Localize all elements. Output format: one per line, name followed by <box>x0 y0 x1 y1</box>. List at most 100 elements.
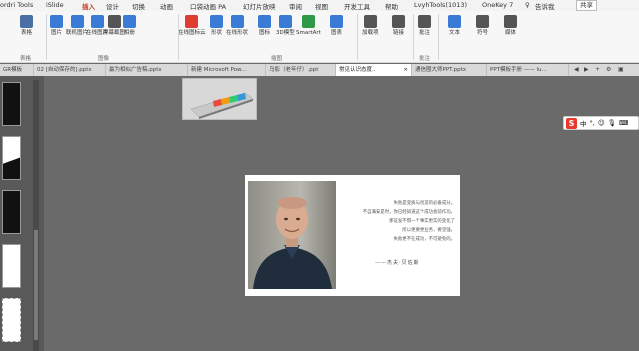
doc-tab-label: 新建 Microsoft Pow... <box>191 67 247 73</box>
tab-design[interactable]: 设计 <box>106 1 119 11</box>
ribbon-button-icon-cloud[interactable]: 在线图标云 <box>178 15 206 36</box>
ribbon-button-label: 3D模型 <box>276 30 295 36</box>
ime-language-label[interactable]: 中 <box>580 118 587 128</box>
tab-scroll-right-icon[interactable]: ▶ <box>584 64 589 76</box>
tab-view[interactable]: 视图 <box>315 1 328 11</box>
doc-tab[interactable]: 02 [自动保存的].pptx <box>34 64 106 76</box>
ribbon-button-label: 链接 <box>392 30 404 36</box>
icon-cloud-icon <box>185 15 199 28</box>
tab-transitions[interactable]: 切换 <box>132 1 145 11</box>
doc-tab[interactable]: PPT模板手册 —— lu... <box>487 64 569 76</box>
smartart-icon <box>301 15 315 28</box>
ribbon-button-icons[interactable]: 图标 <box>258 15 271 36</box>
media-icon <box>504 15 517 28</box>
share-button[interactable]: 共享 <box>576 0 597 11</box>
doc-tab[interactable]: 通信圈大师PPT.pptx <box>412 64 487 76</box>
tab-help[interactable]: 帮助 <box>385 1 398 11</box>
portrait-photo[interactable] <box>248 181 336 289</box>
tab-review[interactable]: 审阅 <box>289 1 302 11</box>
doc-tab-label: 通信圈大师PPT.pptx <box>415 67 466 73</box>
ribbon-button-label: 批注 <box>418 30 430 36</box>
ribbon-button-label: 媒体 <box>504 30 516 36</box>
quote-line: 不自满安是时，你已经知道这个成功会前作功。 <box>362 210 455 215</box>
icons-icon <box>258 15 271 28</box>
ribbon-button-screenshot[interactable]: 屏幕截图 <box>103 15 125 36</box>
quote-line: 所以更要更业务，要坚强。 <box>402 228 455 233</box>
ime-toolbar[interactable]: S 中 °, ☺ 🎙 ⌨ <box>563 116 639 130</box>
sogou-logo-icon: S <box>566 117 577 129</box>
emoji-icon[interactable]: ☺ <box>598 119 605 127</box>
ribbon-button-label: 图标 <box>258 30 270 36</box>
ribbon-button-3d-model[interactable]: 3D模型 <box>276 15 295 36</box>
tab-developer[interactable]: 开发工具 <box>344 1 370 11</box>
slide-canvas[interactable]: 失败是变质与创造的必备成分。 不自满安是时，你已经知道这个成功会前作功。 那证发… <box>245 175 460 296</box>
ribbon-button-chart[interactable]: 图表 <box>330 15 343 36</box>
addins-icon <box>363 15 377 28</box>
tab-pocket-animation[interactable]: 口袋动画 PA <box>190 1 226 11</box>
screenshot-icon <box>107 15 121 28</box>
close-icon[interactable]: × <box>403 64 408 76</box>
ribbon-button-smartart[interactable]: SmartArt <box>296 15 321 36</box>
ribbon-button-comment[interactable]: 批注 <box>418 15 431 36</box>
ribbon-button-symbol[interactable]: 符号 <box>476 15 489 36</box>
quote-line: 失败更不在成功，不可避免的。 <box>393 237 455 242</box>
portrait-image <box>253 197 332 289</box>
microphone-icon[interactable]: 🎙 <box>608 119 616 127</box>
table-icon <box>20 15 33 28</box>
doc-tab[interactable]: 新建 Microsoft Pow... <box>188 64 266 76</box>
floating-keyboard-image[interactable] <box>182 78 257 120</box>
ribbon-button-table[interactable]: 表格 <box>20 15 33 36</box>
ribbon-button-media[interactable]: 媒体 <box>504 15 517 36</box>
tab-islide[interactable]: iSlide <box>46 1 64 9</box>
quote-text-block: 失败是变质与创造的必备成分。 不自满安是时，你已经知道这个成功会前作功。 那证发… <box>345 199 455 244</box>
keyboard-icon[interactable]: ⌨ <box>619 119 628 127</box>
tab-word-tools[interactable]: ordri Tools <box>0 1 33 9</box>
ribbon-button-label: 符号 <box>476 30 488 36</box>
ribbon-button-online-picture[interactable]: 联机图片 <box>66 15 88 36</box>
share-label: 共享 <box>580 1 593 9</box>
doc-tab-label: 最为相似广告稿.pptx <box>109 67 162 73</box>
list-tabs-icon[interactable]: ▣ <box>618 64 624 76</box>
ribbon-button-label: 在线图标云 <box>178 30 206 36</box>
ribbon-button-label: 图片 <box>50 30 62 36</box>
slide-thumbnail[interactable] <box>2 244 21 288</box>
doc-tab[interactable]: GR模板 <box>0 64 34 76</box>
ribbon-separator <box>438 14 439 60</box>
ribbon-button-album[interactable]: 相册 <box>123 15 136 36</box>
tab-tell-me[interactable]: 告诉我 <box>535 1 555 11</box>
quote-line: 那证发不惧一个事实更实的变化了 <box>389 219 455 224</box>
ribbon-separator <box>178 14 179 60</box>
scrollbar-thumb[interactable] <box>34 230 38 340</box>
tab-onekey[interactable]: OneKey 7 <box>482 1 513 9</box>
tab-animations[interactable]: 动画 <box>160 1 173 11</box>
tab-scroll-left-icon[interactable]: ◀ <box>574 64 579 76</box>
tab-slideshow[interactable]: 幻灯片放映 <box>243 1 276 11</box>
doc-tab[interactable]: 乌影（老年仔）.ppt <box>266 64 336 76</box>
ribbon-button-label: SmartArt <box>296 30 321 36</box>
ribbon-button-addins[interactable]: 加载项 <box>362 15 379 36</box>
doc-tab-label: PPT模板手册 —— lu... <box>490 67 547 73</box>
group-label-table: 表格 <box>20 56 32 62</box>
ribbon-button-text[interactable]: 文本 <box>448 15 461 36</box>
new-tab-icon[interactable]: + <box>595 64 600 76</box>
doc-tab[interactable]: 最为相似广告稿.pptx <box>106 64 188 76</box>
ribbon-separator <box>46 14 47 60</box>
ribbon-button-picture[interactable]: 图片 <box>50 15 63 36</box>
punctuation-icon[interactable]: °, <box>590 119 595 127</box>
settings-icon[interactable]: ⚙ <box>606 64 611 76</box>
doc-tab-label: 乌影（老年仔）.ppt <box>269 67 319 73</box>
slide-thumbnail[interactable] <box>2 82 21 126</box>
lightbulb-icon[interactable]: ♀ <box>525 1 530 9</box>
doc-tab-label: 常见认识态度.. <box>339 67 376 73</box>
slide-thumbnail[interactable] <box>2 190 21 234</box>
slide-thumbnail[interactable] <box>2 298 21 342</box>
slide-thumbnail[interactable] <box>2 136 21 180</box>
tab-lvyhtools[interactable]: LvyhTools(1013) <box>414 1 467 9</box>
ribbon-button-link[interactable]: 链接 <box>392 15 405 36</box>
ribbon-button-shapes[interactable]: 形状 <box>210 15 223 36</box>
text-icon <box>448 15 461 28</box>
ribbon-button-online-shapes[interactable]: 在线形状 <box>226 15 248 36</box>
thumbnail-scrollbar[interactable] <box>33 80 39 351</box>
doc-tab-active[interactable]: 常见认识态度.. × <box>336 64 412 76</box>
quote-line: 失败是变质与创造的必备成分。 <box>393 201 455 206</box>
